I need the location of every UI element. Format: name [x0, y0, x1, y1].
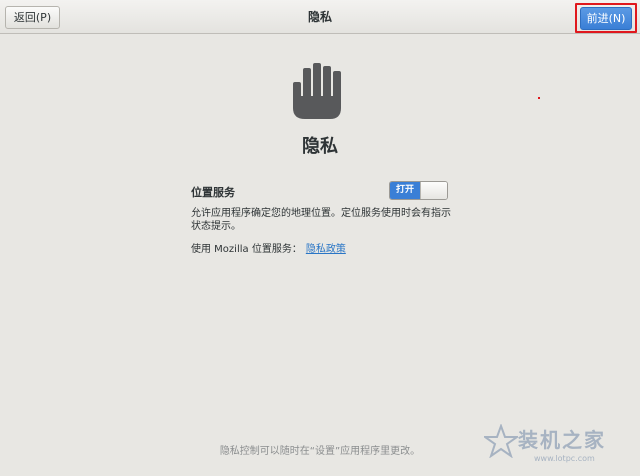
watermark-text: 装机之家 — [518, 428, 606, 452]
location-service-toggle[interactable]: 打开 — [389, 181, 448, 200]
page-title: 隐私 — [307, 10, 332, 24]
location-service-label: 位置服务 — [191, 186, 235, 199]
next-button[interactable]: 前进(N) — [580, 7, 632, 30]
star-icon — [484, 424, 518, 458]
mozilla-text: 使用 Mozilla 位置服务： — [191, 244, 302, 255]
toggle-knob[interactable] — [420, 182, 447, 199]
location-description: 允许应用程序确定您的地理位置。定位服务使用时会有指示状态提示。 — [191, 208, 451, 232]
header-bar: 返回(P) 隐私 前进(N) — [0, 0, 640, 34]
next-button-highlight: 前进(N) — [575, 3, 637, 33]
section-title: 隐私 — [302, 136, 338, 157]
mozilla-line: 使用 Mozilla 位置服务： 隐私政策 — [191, 240, 346, 255]
privacy-policy-link[interactable]: 隐私政策 — [306, 244, 346, 255]
watermark-url: www.lotpc.com — [534, 454, 595, 463]
watermark-logo: 装机之家 www.lotpc.com — [480, 420, 630, 470]
hand-stop-icon — [293, 63, 341, 119]
toggle-on-label: 打开 — [390, 182, 420, 199]
red-dot-mark — [538, 97, 540, 99]
